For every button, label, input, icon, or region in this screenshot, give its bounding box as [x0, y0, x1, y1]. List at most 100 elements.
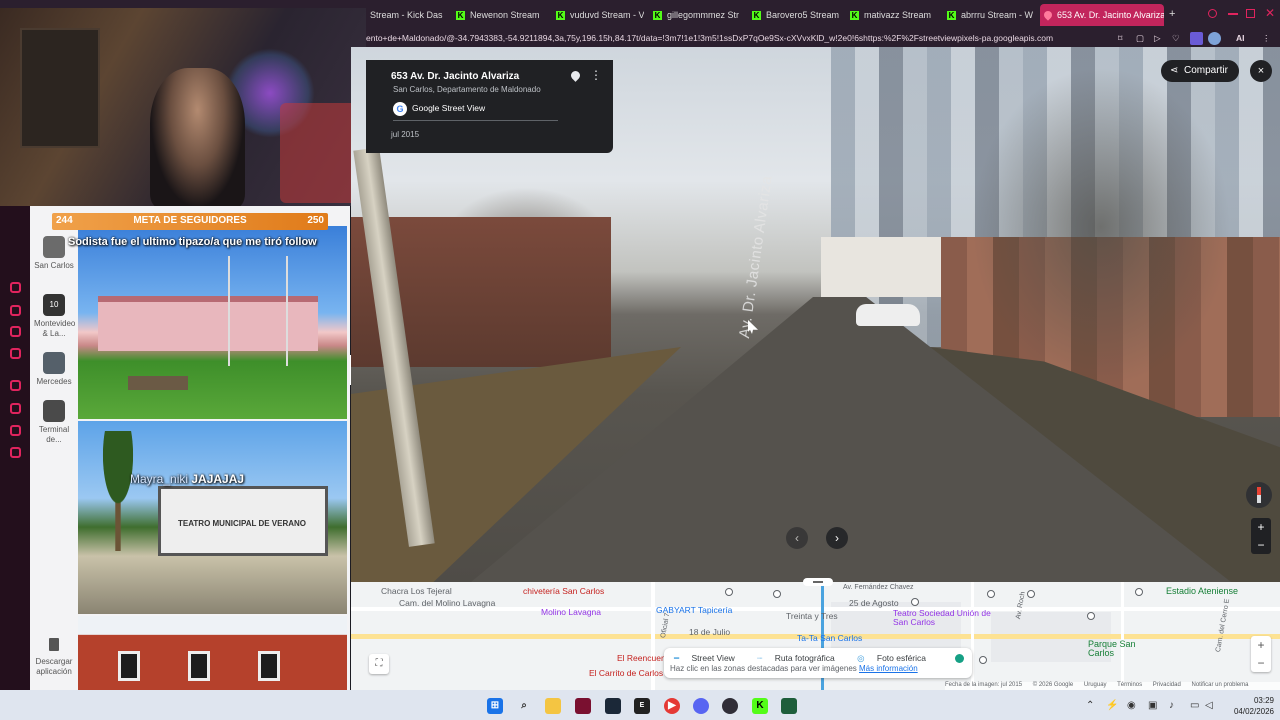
download-app-button[interactable]: Descargar aplicación — [32, 638, 76, 677]
legend-toggle[interactable] — [955, 654, 964, 663]
tab-label: 653 Av. Dr. Jacinto Alvariza — [1057, 10, 1164, 20]
tab-manager-icon[interactable]: ▢ — [1136, 30, 1144, 47]
category-mercedes[interactable]: Mercedes — [34, 352, 74, 387]
map-resize-handle[interactable] — [803, 578, 833, 586]
tab-vuduvd[interactable]: Kvuduvd Stream - V — [552, 4, 644, 26]
map-label: 25 de Agosto — [849, 598, 899, 608]
close-window-icon[interactable]: ✕ — [1265, 6, 1275, 20]
system-clock[interactable]: 03:29 04/02/2026 — [1218, 695, 1274, 717]
map-label[interactable]: Estadio Ateniense — [1166, 586, 1238, 596]
microphone-icon[interactable]: ♪ — [1169, 700, 1174, 711]
sidebar-app-icon[interactable] — [10, 403, 21, 414]
tray-icon[interactable]: ▣ — [1148, 700, 1157, 711]
street-name-overlay: Av. Dr. Jacinto Alvariza — [736, 174, 776, 340]
location-photo[interactable]: TEATRO MUNICIPAL DE VERANO — [78, 421, 347, 614]
ai-button[interactable]: AI — [1236, 30, 1245, 47]
map-photo-marker[interactable] — [773, 590, 781, 598]
heart-icon[interactable]: ♡ — [1172, 30, 1180, 47]
prev-photo-arrow[interactable]: ‹ — [786, 527, 808, 549]
location-photo[interactable] — [78, 616, 347, 690]
next-photo-arrow[interactable]: › — [826, 527, 848, 549]
tray-icon[interactable]: ◉ — [1127, 700, 1136, 711]
start-icon[interactable]: ⊞ — [487, 698, 503, 714]
map-photo-marker[interactable] — [725, 588, 733, 596]
map-label[interactable]: Parque San Carlos — [1088, 640, 1138, 658]
location-pin-icon[interactable] — [569, 69, 582, 82]
discord-icon[interactable] — [693, 698, 709, 714]
tab-stream-kick-dash[interactable]: Stream - Kick Das — [366, 4, 452, 26]
map-label[interactable]: Ta-Ta San Carlos — [797, 633, 862, 643]
flag-poles — [228, 256, 288, 366]
new-tab-button[interactable]: + — [1169, 8, 1175, 20]
attribution-privacy[interactable]: Privacidad — [1153, 682, 1181, 688]
sidebar-app-icon[interactable] — [10, 305, 21, 316]
share-button[interactable]: ⋖ Compartir — [1161, 60, 1239, 82]
close-street-view-button[interactable]: × — [1250, 60, 1272, 82]
more-options-icon[interactable]: ⋮ — [590, 68, 602, 82]
sidebar-app-icon[interactable] — [10, 348, 21, 359]
app-icon[interactable] — [781, 698, 797, 714]
tab-newenon[interactable]: K Newenon Stream — [452, 4, 548, 26]
sidebar-app-icon[interactable] — [10, 326, 21, 337]
epic-games-icon[interactable]: E — [634, 698, 650, 714]
search-icon[interactable]: ⌕ — [516, 698, 532, 714]
map-photo-marker[interactable] — [1087, 612, 1095, 620]
map-zoom-in-button[interactable]: + — [1251, 636, 1271, 654]
attribution-country[interactable]: Uruguay — [1084, 682, 1107, 688]
tab-gillegommmez[interactable]: Kgillegommmez Str — [649, 4, 743, 26]
steam-icon[interactable] — [605, 698, 621, 714]
attribution-terms[interactable]: Términos — [1117, 682, 1142, 688]
capture-date[interactable]: jul 2015 — [391, 130, 419, 139]
more-info-link[interactable]: Más información — [859, 664, 918, 673]
category-montevideo[interactable]: 10 Montevideo & La... — [34, 294, 75, 339]
obs-icon[interactable] — [722, 698, 738, 714]
map-photo-marker[interactable] — [987, 590, 995, 598]
map-photo-marker[interactable] — [1135, 588, 1143, 596]
location-photo[interactable] — [78, 226, 347, 419]
fullscreen-icon[interactable]: ⛶ — [369, 654, 389, 674]
play-icon[interactable]: ▷ — [1154, 30, 1161, 47]
tab-street-view-active[interactable]: 653 Av. Dr. Jacinto Alvariza — [1040, 4, 1164, 26]
sidebar-app-icon[interactable] — [10, 425, 21, 436]
map-zoom-out-button[interactable]: − — [1251, 654, 1271, 672]
media-player-icon[interactable]: ▶ — [664, 698, 680, 714]
map-label[interactable]: El Carrito de Carlos — [589, 668, 663, 678]
kick-icon: K — [850, 10, 859, 20]
attribution-report[interactable]: Notificar un problema — [1191, 682, 1248, 688]
network-icon[interactable]: ▭ — [1190, 700, 1199, 711]
map-label[interactable]: El Reencuentr — [617, 653, 671, 663]
category-terminal[interactable]: Terminal de... — [34, 400, 74, 445]
map-label[interactable]: Chacra Los Tejeral — [381, 586, 452, 596]
sidebar-app-icon[interactable] — [10, 380, 21, 391]
profile-avatar[interactable] — [1208, 32, 1221, 45]
minimize-icon[interactable] — [1228, 13, 1238, 15]
map-label[interactable]: Teatro Sociedad Unión de San Carlos — [893, 609, 993, 627]
tab-mativazz[interactable]: Kmativazz Stream — [846, 4, 938, 26]
maximize-icon[interactable] — [1246, 9, 1255, 18]
chevron-up-icon[interactable]: ⌃ — [1086, 700, 1094, 711]
compass-icon[interactable] — [1246, 482, 1272, 508]
browser-icon[interactable] — [575, 698, 591, 714]
map-label[interactable]: chivetería San Carlos — [523, 586, 604, 596]
tray-icon[interactable]: ⚡ — [1106, 700, 1118, 711]
bookmark-icon[interactable]: ⌑ — [1118, 30, 1122, 47]
map-photo-marker[interactable] — [1027, 590, 1035, 598]
tab-abrrru[interactable]: Kabrrru Stream - W — [943, 4, 1037, 26]
volume-icon[interactable]: ◁ — [1205, 700, 1213, 711]
kick-icon[interactable]: K — [752, 698, 768, 714]
file-explorer-icon[interactable] — [545, 698, 561, 714]
map-photo-marker[interactable] — [979, 656, 987, 664]
sidebar-app-icon[interactable] — [10, 282, 21, 293]
url-field[interactable]: ento+de+Maldonado/@-34.7943383,-54.92118… — [366, 30, 1111, 47]
kick-icon: K — [653, 10, 662, 20]
settings-icon[interactable] — [10, 447, 21, 458]
extension-icon[interactable] — [1190, 32, 1203, 45]
zoom-in-button[interactable]: + — [1251, 518, 1271, 536]
map-label[interactable]: Molino Lavagna — [541, 607, 601, 617]
zoom-out-button[interactable]: − — [1251, 536, 1271, 554]
menu-icon[interactable]: ⋮ — [1262, 30, 1271, 47]
search-icon[interactable] — [1208, 9, 1217, 18]
map-photo-marker[interactable] — [911, 598, 919, 606]
tab-barovero5[interactable]: K Barovero5 Stream — [748, 4, 842, 26]
follower-goal-target: 250 — [307, 215, 324, 226]
